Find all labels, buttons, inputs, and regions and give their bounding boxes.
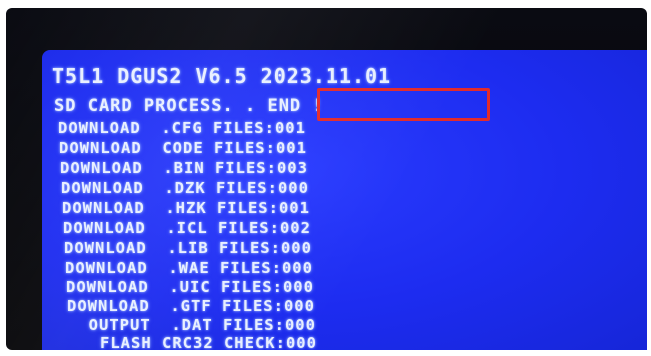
file-count-row: DOWNLOAD .GTF FILES:000 [67, 297, 315, 315]
file-count-row: DOWNLOAD .HZK FILES:001 [62, 199, 310, 217]
file-count-row: DOWNLOAD .ICL FILES:002 [63, 219, 311, 237]
file-count-row: DOWNLOAD .WAE FILES:000 [65, 259, 313, 277]
crc-check-row: FLASH CRC32 CHECK:000 [69, 334, 317, 350]
firmware-header: T5L1 DGUS2 V6.5 2023.11.01 [52, 64, 392, 88]
file-count-row: DOWNLOAD .CFG FILES:001 [58, 119, 306, 137]
file-count-row: DOWNLOAD .DZK FILES:000 [61, 179, 309, 197]
end-status-highlight-box [317, 88, 490, 121]
file-count-row: DOWNLOAD .UIC FILES:000 [66, 278, 314, 296]
output-row: OUTPUT .DAT FILES:000 [68, 316, 316, 334]
process-status-line: SD CARD PROCESS. . END ! [54, 96, 324, 116]
photo-frame: T5L1 DGUS2 V6.5 2023.11.01 SD CARD PROCE… [0, 0, 651, 356]
file-count-row: DOWNLOAD CODE FILES:001 [59, 139, 307, 157]
file-count-row: DOWNLOAD .LIB FILES:000 [64, 239, 312, 257]
file-count-row: DOWNLOAD .BIN FILES:003 [60, 159, 308, 177]
